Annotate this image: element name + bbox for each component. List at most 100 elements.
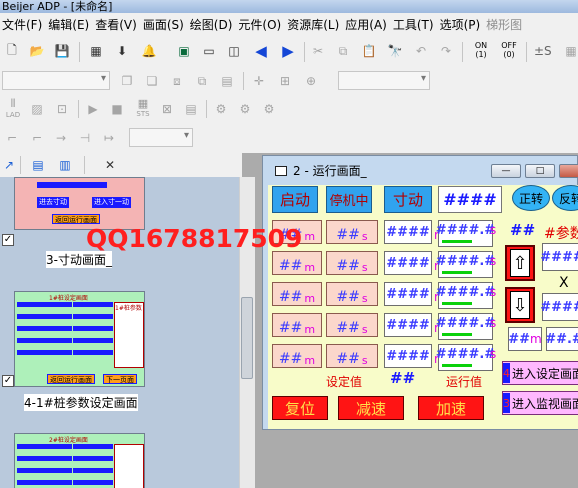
properties-icon[interactable]: ▦ <box>87 42 105 60</box>
maximize-button[interactable]: □ <box>525 164 555 178</box>
paste-icon[interactable]: 📋 <box>360 42 378 60</box>
align-icon[interactable]: ▤ <box>218 72 236 90</box>
cut-icon[interactable]: ✂ <box>309 42 327 60</box>
reset-button[interactable]: 复位 <box>272 396 328 420</box>
setpoint-length-2[interactable]: ## m <box>272 282 322 306</box>
detail-view-icon[interactable]: ▥ <box>56 156 74 174</box>
thumbnail-checkbox-1[interactable]: ✓ <box>2 234 14 246</box>
line-icon[interactable]: ⌐ <box>3 129 21 147</box>
setpoint-length-1[interactable]: ## m <box>272 251 322 275</box>
grid-icon[interactable]: ▦ <box>562 42 578 60</box>
send-back-icon[interactable]: ❏ <box>143 72 161 90</box>
settings-icon[interactable]: ⚙ <box>260 100 278 118</box>
group-icon[interactable]: ⧈ <box>168 72 186 90</box>
setpoint-speed-0[interactable]: #### <box>384 220 432 244</box>
close-icon[interactable]: ✕ <box>101 156 119 174</box>
play-icon[interactable]: ▶ <box>84 100 102 118</box>
font-combo[interactable] <box>2 71 110 90</box>
up-button[interactable]: ⇧ <box>505 245 535 281</box>
thumbnail-caption-1[interactable]: 3-寸动画面_ <box>46 251 112 268</box>
menu-item-9[interactable]: 选项(P) <box>438 16 485 33</box>
minimize-button[interactable]: — <box>491 164 521 178</box>
screen-icon[interactable]: ▣ <box>175 42 193 60</box>
bell-icon[interactable]: 🔔 <box>140 42 158 60</box>
layout-icon[interactable]: ◫ <box>225 42 243 60</box>
screen-thumbnail-1[interactable]: 进去寸动 进入寸一动 返回运行画面 <box>14 177 145 230</box>
thumbnail-checkbox-2[interactable]: ✓ <box>2 375 14 387</box>
menu-item-6[interactable]: 资源库(L) <box>285 16 343 33</box>
close-button[interactable] <box>559 164 578 178</box>
table-icon[interactable]: ▤ <box>182 100 200 118</box>
center-icon[interactable]: ✛ <box>250 72 268 90</box>
setpoint-time-2[interactable]: ## s <box>326 282 378 306</box>
list-view-icon[interactable]: ▤ <box>29 156 47 174</box>
goto-monitor-button[interactable]: 3 进入监视画面 <box>502 391 578 415</box>
ladder-view-icon[interactable]: ⊡ <box>53 100 71 118</box>
menu-item-8[interactable]: 工具(T) <box>391 16 438 33</box>
menu-item-4[interactable]: 绘图(D) <box>188 16 237 33</box>
off-toggle-icon[interactable]: OFF (0) <box>498 41 520 59</box>
back-arrow-icon[interactable]: ◀ <box>252 42 270 60</box>
stopped-indicator[interactable]: 停机中 <box>326 186 372 213</box>
start-button[interactable]: 启动 <box>272 186 318 213</box>
save-icon[interactable]: 💾 <box>53 42 71 60</box>
download-icon[interactable]: ⬇ <box>113 42 131 60</box>
sts-icon[interactable]: ▦ STS <box>132 97 154 118</box>
center-grid-icon[interactable]: ⊞ <box>276 72 294 90</box>
copy-icon[interactable]: ⧉ <box>334 42 352 60</box>
zoom-combo[interactable] <box>338 71 430 90</box>
menu-item-10[interactable]: 梯形图 <box>484 16 526 33</box>
setpoint-time-3[interactable]: ## s <box>326 313 378 337</box>
find-icon[interactable]: 🔭 <box>386 42 404 60</box>
screen-thumbnail-3[interactable]: 2#桩设定画面 <box>14 433 145 488</box>
scrollbar-thumb[interactable] <box>241 297 253 379</box>
pointer-icon[interactable]: ↗ <box>0 156 18 174</box>
decelerate-button[interactable]: 减速 <box>338 396 404 420</box>
forward-arrow-icon[interactable]: ▶ <box>279 42 297 60</box>
open-folder-icon[interactable]: 📂 <box>28 42 46 60</box>
menu-item-0[interactable]: 文件(F) <box>0 16 46 33</box>
value-text: ####.# <box>435 316 496 331</box>
menu-item-2[interactable]: 查看(V) <box>93 16 141 33</box>
menu-item-5[interactable]: 元件(O) <box>236 16 285 33</box>
menu-item-1[interactable]: 编辑(E) <box>46 16 93 33</box>
move-icon[interactable]: ⊕ <box>302 72 320 90</box>
device-icon[interactable]: ⚙ <box>212 100 230 118</box>
undo-icon[interactable]: ↶ <box>412 42 430 60</box>
plus-minus-s-icon[interactable]: ±S <box>534 44 552 58</box>
line-step-icon[interactable]: ⌐ <box>28 129 46 147</box>
setpoint-speed-4[interactable]: #### <box>384 344 432 368</box>
ungroup-icon[interactable]: ⧉ <box>193 72 211 90</box>
down-button[interactable]: ⇩ <box>505 287 535 323</box>
lad-icon[interactable]: ⫴ LAD <box>2 97 24 119</box>
accelerate-button[interactable]: 加速 <box>418 396 484 420</box>
right-hash-label: ## <box>510 221 536 239</box>
device2-icon[interactable]: ⚙ <box>236 100 254 118</box>
jog-button[interactable]: 寸动 <box>384 186 432 213</box>
setpoint-time-4[interactable]: ## s <box>326 344 378 368</box>
ladder-edit-icon[interactable]: ▨ <box>28 100 46 118</box>
setpoint-speed-2[interactable]: #### <box>384 282 432 306</box>
stop-icon[interactable]: ■ <box>108 100 126 118</box>
redo-icon[interactable]: ↷ <box>437 42 455 60</box>
menu-item-3[interactable]: 画面(S) <box>141 16 188 33</box>
setpoint-speed-3[interactable]: #### <box>384 313 432 337</box>
screen-thumbnail-2[interactable]: 1#桩设定画面 1#桩参数 返回运行画面 下一页面 <box>14 291 145 387</box>
thumbnail-caption-2[interactable]: 4-1#桩参数设定画面 <box>24 394 138 411</box>
bracket-icon[interactable]: ⊣ <box>76 129 94 147</box>
io-icon[interactable]: ⊠ <box>158 100 176 118</box>
setpoint-length-3[interactable]: ## m <box>272 313 322 337</box>
line-style-combo[interactable] <box>129 128 193 147</box>
jump-icon[interactable]: ↦ <box>100 129 118 147</box>
arrow-right-icon[interactable]: → <box>52 129 70 147</box>
new-file-icon[interactable]: 🗋 <box>3 42 21 60</box>
on-toggle-icon[interactable]: ON (1) <box>470 41 492 59</box>
bring-front-icon[interactable]: ❐ <box>118 72 136 90</box>
setpoint-time-1[interactable]: ## s <box>326 251 378 275</box>
setpoint-time-0[interactable]: ## s <box>326 220 378 244</box>
window-icon[interactable]: ▭ <box>200 42 218 60</box>
menu-item-7[interactable]: 应用(A) <box>343 16 391 33</box>
setpoint-speed-1[interactable]: #### <box>384 251 432 275</box>
setpoint-length-4[interactable]: ## m <box>272 344 322 368</box>
goto-settings-button[interactable]: 4 进入设定画面 <box>502 361 578 385</box>
